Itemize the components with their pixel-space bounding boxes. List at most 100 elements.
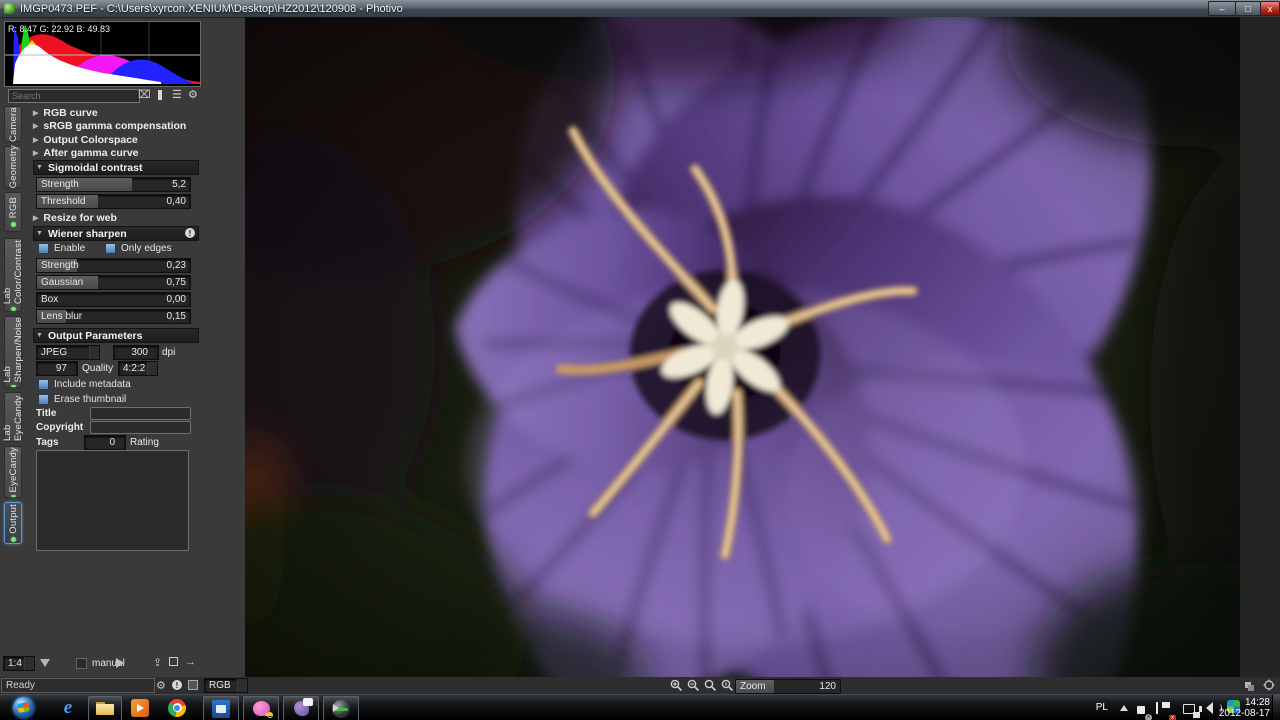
tags-label: Tags — [36, 437, 59, 448]
zoom-fit-icon[interactable] — [704, 679, 717, 692]
dpi-label: dpi — [162, 347, 176, 358]
taskbar-chrome-icon[interactable] — [160, 696, 194, 719]
combo-dropdown-icon — [237, 679, 247, 692]
wiener-box-slider[interactable]: Box 0,00 — [36, 292, 191, 307]
rating-spinner[interactable]: 0 — [84, 435, 126, 450]
menu-icon[interactable]: ☰ — [172, 89, 182, 102]
format-combo[interactable]: JPEG — [36, 345, 100, 360]
tab-enabled-dot — [10, 536, 16, 542]
title-label: Title — [36, 408, 57, 419]
crop-indicator-icon[interactable] — [188, 680, 198, 693]
zoom-slider[interactable]: Zoom 120 — [735, 679, 841, 694]
rating-label: Rating — [130, 437, 159, 448]
pipe-size-combo[interactable]: 1:4 — [3, 656, 35, 671]
tray-sync-icon[interactable]: x — [1136, 701, 1152, 720]
status-message: Ready — [1, 678, 155, 693]
tab-camera[interactable]: Camera — [4, 106, 22, 142]
clear-search-icon[interactable]: ⌧ — [138, 89, 151, 102]
show-desktop-button[interactable] — [1272, 695, 1280, 720]
taskbar-bird-messenger-icon[interactable] — [283, 696, 319, 720]
title-input[interactable] — [90, 407, 191, 420]
wiener-only-edges-checkbox[interactable]: Only edges — [105, 243, 172, 254]
checkbox-checked-icon — [38, 243, 49, 254]
taskbar-photivo-icon[interactable] — [203, 696, 239, 720]
title-bar[interactable]: IMGP0473.PEF - C:\Users\xyrcon.XENIUM\De… — [0, 0, 1280, 18]
subsampling-combo[interactable]: 4:2:2 — [118, 361, 158, 376]
tray-action-center-icon[interactable]: x — [1156, 701, 1176, 720]
zoom-100-icon[interactable] — [721, 679, 734, 692]
copyright-label: Copyright — [36, 422, 84, 433]
tray-language-indicator[interactable]: PL — [1096, 702, 1108, 713]
app-icon — [4, 3, 15, 14]
layers-icon[interactable] — [1245, 679, 1254, 691]
section-output-colorspace[interactable]: ▶ Output Colorspace — [33, 134, 197, 146]
zoom-in-icon[interactable] — [670, 679, 683, 692]
erase-thumbnail-checkbox[interactable]: Erase thumbnail — [38, 394, 126, 405]
wiener-gaussian-slider[interactable]: Gaussian 0,75 — [36, 275, 191, 290]
down-arrow-icon[interactable] — [40, 659, 50, 667]
tab-lab-color-contrast[interactable]: Lab Color/Contrast — [2, 238, 24, 312]
taskbar-explorer-icon[interactable] — [88, 696, 122, 720]
status-bar: Ready ⚙ ! RGB Zoom 120 — [0, 677, 1280, 694]
forward-arrow-icon[interactable]: → — [185, 656, 196, 668]
copyright-input[interactable] — [90, 421, 191, 434]
maximize-button[interactable]: □ — [1235, 1, 1261, 16]
section-after-gamma[interactable]: ▶ After gamma curve — [33, 147, 197, 159]
info-icon[interactable]: ! — [172, 680, 182, 690]
dpi-spinner[interactable]: 300 — [113, 345, 159, 360]
quality-label: Quality — [82, 363, 114, 374]
include-metadata-checkbox[interactable]: Include metadata — [38, 379, 131, 390]
taskbar-pink-app-icon[interactable] — [243, 696, 279, 720]
tab-output[interactable]: Output — [4, 502, 22, 544]
wiener-enable-checkbox[interactable]: Enable — [38, 243, 85, 254]
run-pipe-icon[interactable] — [116, 658, 124, 668]
pipe-settings-gear-icon[interactable]: ⚙ — [156, 679, 166, 692]
close-button[interactable]: x — [1260, 1, 1280, 16]
canvas-margin — [1240, 17, 1280, 677]
view-settings-icon[interactable] — [1263, 679, 1275, 691]
collapsed-arrow-icon: ▶ — [33, 215, 39, 222]
zoom-out-icon[interactable] — [687, 679, 700, 692]
collapsed-arrow-icon: ▶ — [33, 137, 39, 144]
tab-eyecandy[interactable]: EyeCandy — [4, 446, 22, 498]
collapsed-arrow-icon: ▶ — [33, 110, 39, 117]
section-resize-for-web[interactable]: ▶ Resize for web — [33, 212, 197, 224]
combo-dropdown-icon — [24, 657, 34, 670]
tab-geometry[interactable]: Geometry — [4, 145, 22, 189]
bookmark-icon[interactable] — [158, 90, 162, 104]
section-sigmoidal-contrast[interactable]: ▼ Sigmoidal contrast — [33, 160, 199, 175]
tray-network-icon[interactable] — [1182, 701, 1200, 719]
wiener-strength-slider[interactable]: Strength 0,23 — [36, 258, 191, 273]
tab-lab-eyecandy[interactable]: Lab EyeCandy — [2, 392, 24, 442]
taskbar-wmp-icon[interactable] — [124, 696, 156, 719]
section-rgb-curve[interactable]: ▶ RGB curve — [33, 107, 197, 119]
settings-gear-icon[interactable]: ⚙ — [188, 89, 198, 102]
section-srgb-gamma[interactable]: ▶ sRGB gamma compensation — [33, 120, 197, 132]
copy-settings-icon[interactable] — [169, 657, 178, 669]
export-icon[interactable]: ⇪ — [153, 656, 162, 669]
expanded-arrow-icon: ▼ — [36, 230, 43, 237]
taskbar-ie-icon[interactable]: e — [52, 696, 84, 719]
tags-textarea[interactable] — [36, 450, 189, 551]
section-wiener-sharpen[interactable]: ▼ Wiener sharpen ! — [33, 226, 199, 241]
tray-hidden-icons-arrow[interactable] — [1120, 705, 1128, 711]
expanded-arrow-icon: ▼ — [36, 332, 43, 339]
checkbox-checked-icon — [38, 379, 49, 390]
start-button[interactable] — [6, 696, 40, 719]
wiener-lens-blur-slider[interactable]: Lens blur 0,15 — [36, 309, 191, 324]
checkbox-unchecked-icon — [76, 658, 87, 669]
tab-lab-sharpen-noise[interactable]: Lab Sharpen/Noise — [2, 316, 24, 388]
minimize-button[interactable]: – — [1208, 1, 1236, 16]
search-input[interactable] — [8, 89, 140, 103]
sigmoidal-strength-slider[interactable]: Strength 5,2 — [36, 177, 191, 192]
taskbar-sphere-app-icon[interactable] — [323, 696, 359, 720]
sigmoidal-threshold-slider[interactable]: Threshold 0,40 — [36, 194, 191, 209]
tray-clock[interactable]: 14:28 2012-08-17 — [1219, 697, 1270, 719]
zoom-value: 120 — [819, 681, 836, 692]
photo-canvas[interactable] — [245, 17, 1240, 677]
tab-rgb[interactable]: RGB — [4, 192, 22, 232]
info-icon[interactable]: ! — [185, 228, 195, 238]
section-output-parameters[interactable]: ▼ Output Parameters — [33, 328, 199, 343]
quality-spinner[interactable]: 97 — [36, 361, 78, 376]
channel-combo[interactable]: RGB — [204, 678, 248, 693]
